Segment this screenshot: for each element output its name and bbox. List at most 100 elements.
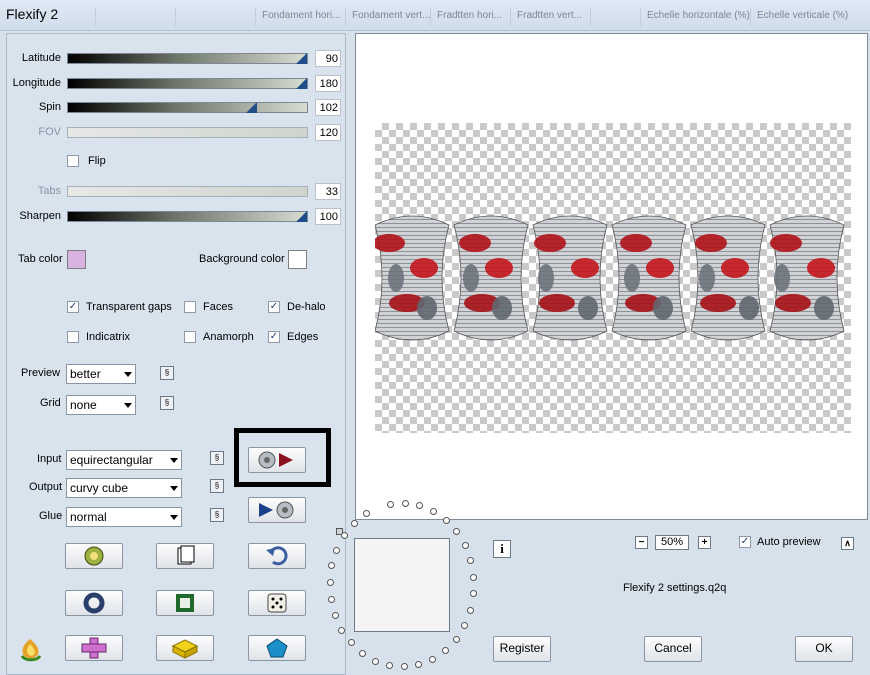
link-icon[interactable]: § (160, 366, 174, 380)
tabs-slider[interactable] (67, 186, 308, 197)
spin-slider-thumb[interactable] (246, 102, 257, 113)
texture-blob (700, 294, 736, 312)
sharpen-slider[interactable] (67, 211, 308, 222)
navigator-dot[interactable] (430, 507, 438, 515)
navigator-dot[interactable] (442, 516, 450, 524)
navigator-dot[interactable] (358, 650, 366, 658)
navigator-dot[interactable] (386, 662, 394, 670)
preview-canvas[interactable] (355, 33, 868, 520)
new-settings-button[interactable] (156, 543, 214, 569)
navigator-dot[interactable] (452, 635, 460, 643)
brick-shape-button[interactable] (156, 635, 214, 661)
longitude-slider[interactable] (67, 78, 308, 89)
sharpen-slider-thumb[interactable] (296, 211, 307, 222)
gem-shape-button[interactable] (248, 635, 306, 661)
navigator-dot[interactable] (470, 590, 478, 598)
navigator-dot[interactable] (453, 528, 461, 536)
auto-preview-label: Auto preview (757, 536, 821, 548)
ring-shape-button[interactable] (65, 590, 123, 616)
sharpen-value-field[interactable]: 100 (315, 208, 341, 225)
indicatrix-checkbox[interactable] (67, 331, 79, 343)
cancel-button[interactable]: Cancel (644, 636, 702, 662)
de-halo-checkbox[interactable]: ✓ (268, 301, 280, 313)
spin-value-field[interactable]: 102 (315, 99, 341, 116)
navigator-dot[interactable] (461, 541, 469, 549)
tab-color-swatch[interactable] (67, 250, 86, 269)
tabs-value-field[interactable]: 33 (315, 183, 341, 200)
background-tab: Fradtten vert... (510, 8, 590, 26)
preview-quality-select[interactable]: better (66, 364, 136, 384)
chevron-down-icon (124, 403, 132, 408)
latitude-slider[interactable] (67, 53, 308, 64)
transparent-gaps-checkbox[interactable]: ✓ (67, 301, 79, 313)
background-tab: Fradtten hori... (430, 8, 510, 26)
navigator-dot[interactable] (401, 499, 409, 507)
navigator-dot[interactable] (466, 606, 474, 614)
randomize-button[interactable] (65, 543, 123, 569)
faces-checkbox[interactable] (184, 301, 196, 313)
navigator-thumbnail[interactable] (354, 538, 450, 632)
navigator-dot[interactable] (333, 546, 341, 554)
longitude-label: Longitude (12, 77, 61, 89)
info-icon[interactable]: i (493, 540, 511, 558)
navigator-dot[interactable] (387, 500, 395, 508)
cross-shape-button[interactable] (65, 635, 123, 661)
navigator-dot[interactable] (350, 519, 358, 527)
navigator-dot[interactable] (400, 663, 408, 671)
link-icon[interactable]: § (210, 451, 224, 465)
link-icon[interactable]: § (210, 479, 224, 493)
navigator-dot[interactable] (347, 639, 355, 647)
navigator-dot[interactable] (470, 573, 478, 581)
navigator-dot[interactable] (371, 657, 379, 665)
register-button[interactable]: Register (493, 636, 551, 662)
navigator-dot[interactable] (467, 557, 475, 565)
texture-blob (539, 294, 575, 312)
latitude-slider-thumb[interactable] (296, 53, 307, 64)
spin-slider[interactable] (67, 102, 308, 113)
glue-label: Glue (39, 510, 63, 522)
longitude-slider-thumb[interactable] (296, 78, 307, 89)
background-color-swatch[interactable] (288, 250, 307, 269)
collapse-icon[interactable]: ∧ (841, 537, 854, 550)
fov-value-field[interactable]: 120 (315, 124, 341, 141)
de-halo-label: De-halo (287, 301, 326, 313)
grid-select[interactable]: none (66, 395, 136, 415)
texture-blob (534, 234, 566, 252)
navigator-dot[interactable] (338, 626, 346, 634)
anamorph-checkbox[interactable] (184, 331, 196, 343)
zoom-out-button[interactable]: − (635, 536, 648, 549)
navigator-dot[interactable] (461, 622, 469, 630)
navigator-dot[interactable] (415, 661, 423, 669)
background-tab: Fondament vert... (345, 8, 430, 26)
grid-value: none (70, 398, 97, 412)
spin-label: Spin (38, 101, 61, 113)
indicatrix-label: Indicatrix (86, 331, 131, 343)
navigator-dot[interactable] (429, 655, 437, 663)
navigator-dot[interactable] (326, 578, 334, 586)
cross-icon (81, 637, 107, 659)
link-icon[interactable]: § (210, 508, 224, 522)
navigator-dot[interactable] (327, 595, 335, 603)
navigator-dot[interactable] (331, 611, 339, 619)
ok-button[interactable]: OK (795, 636, 853, 662)
output-projection-select[interactable]: curvy cube (66, 478, 182, 498)
longitude-value-field[interactable]: 180 (315, 75, 341, 92)
flip-checkbox[interactable] (67, 155, 79, 167)
navigator-dot[interactable] (441, 647, 449, 655)
texture-blob (410, 258, 438, 278)
random-dice-button[interactable] (248, 590, 306, 616)
auto-preview-checkbox[interactable]: ✓ (739, 536, 751, 548)
latitude-value-field[interactable]: 90 (315, 50, 341, 67)
navigator-dot[interactable] (340, 532, 348, 540)
texture-blob (538, 264, 554, 292)
input-projection-select[interactable]: equirectangular (66, 450, 182, 470)
frame-shape-button[interactable] (156, 590, 214, 616)
edges-checkbox[interactable]: ✓ (268, 331, 280, 343)
link-icon[interactable]: § (160, 396, 174, 410)
fov-slider[interactable] (67, 127, 308, 138)
glue-select[interactable]: normal (66, 507, 182, 527)
texture-blob (492, 296, 512, 320)
swap-output-input-button[interactable] (248, 497, 306, 523)
zoom-in-button[interactable]: + (698, 536, 711, 549)
undo-button[interactable] (248, 543, 306, 569)
